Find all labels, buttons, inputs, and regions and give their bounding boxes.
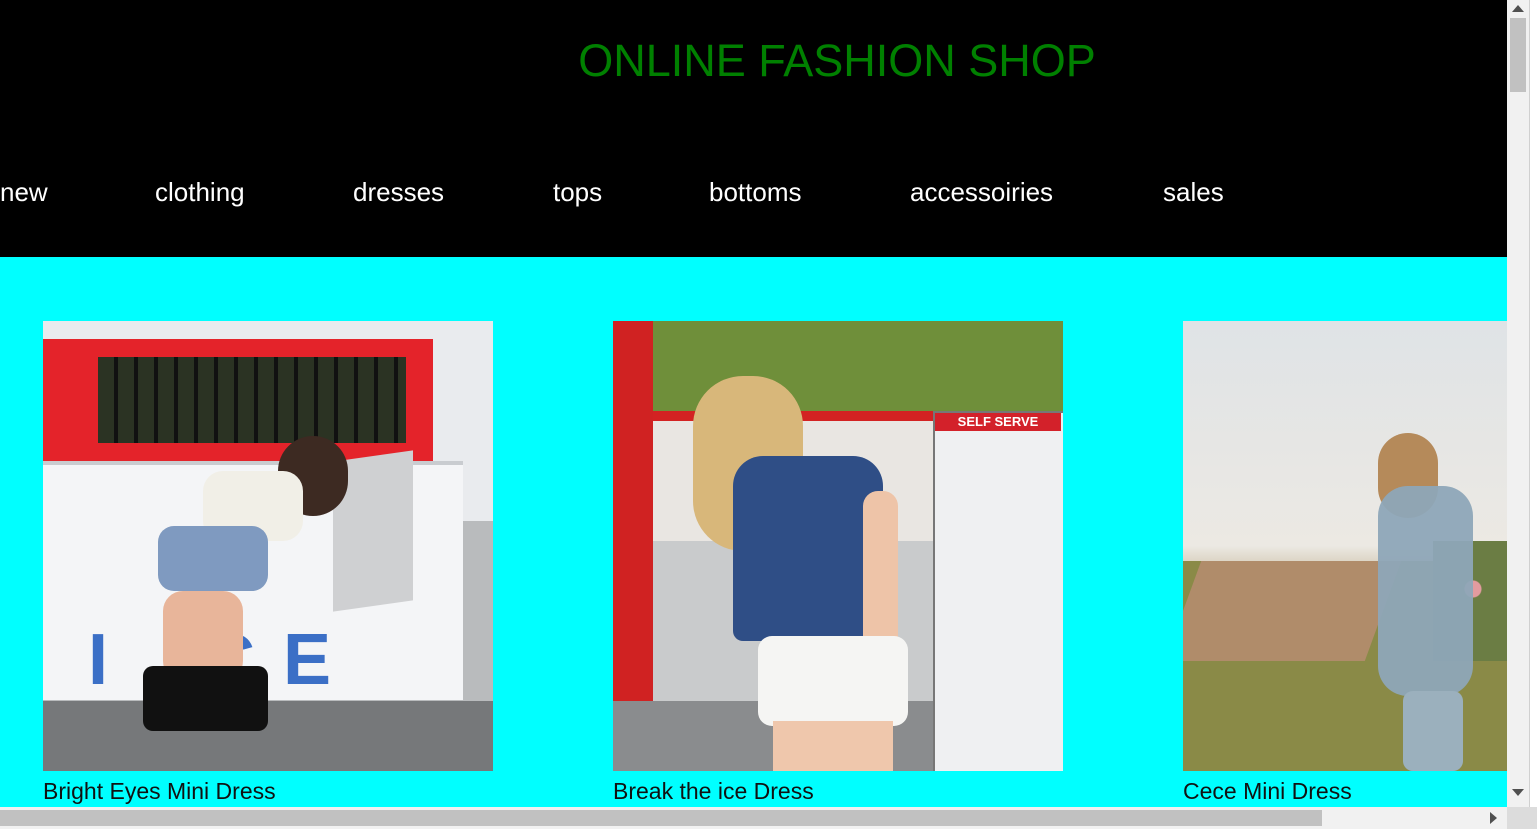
horizontal-scroll-thumb[interactable] — [0, 810, 1322, 826]
nav-item-sales[interactable]: sales — [1163, 174, 1224, 210]
main-nav: new clothing dresses tops bottoms access… — [0, 174, 1507, 214]
vertical-scrollbar[interactable] — [1507, 0, 1529, 807]
scroll-down-icon[interactable] — [1512, 789, 1524, 796]
product-image[interactable]: SELF SERVE — [613, 321, 1063, 771]
ice-letter: I — [88, 620, 109, 700]
page-viewport: ONLINE FASHION SHOP new clothing dresses… — [0, 0, 1507, 807]
nav-item-dresses[interactable]: dresses — [353, 174, 444, 210]
horizontal-scrollbar[interactable] — [0, 807, 1507, 829]
self-serve-sign: SELF SERVE — [935, 413, 1061, 431]
product-name[interactable]: Break the ice Dress — [613, 776, 814, 806]
window-edge — [1529, 0, 1537, 807]
product-card[interactable]: SELF SERVE Break the ice Dress — [613, 321, 1063, 804]
nav-item-new[interactable]: new — [0, 174, 48, 210]
scroll-up-icon[interactable] — [1512, 5, 1524, 12]
nav-item-clothing[interactable]: clothing — [155, 174, 245, 210]
product-card[interactable]: Cece Mini Dress — [1183, 321, 1507, 804]
vertical-scroll-thumb[interactable] — [1510, 18, 1526, 92]
scroll-right-icon[interactable] — [1490, 812, 1497, 824]
product-name[interactable]: Bright Eyes Mini Dress — [43, 776, 276, 806]
product-name[interactable]: Cece Mini Dress — [1183, 776, 1352, 806]
scrollbar-corner — [1507, 807, 1537, 829]
site-header: ONLINE FASHION SHOP new clothing dresses… — [0, 0, 1507, 257]
product-grid: I C E Bright Eyes Mini Dress SELF SERVE — [0, 257, 1507, 807]
product-image[interactable]: I C E — [43, 321, 493, 771]
site-title: ONLINE FASHION SHOP — [578, 35, 1096, 86]
nav-item-bottoms[interactable]: bottoms — [709, 174, 802, 210]
nav-item-accessoiries[interactable]: accessoiries — [910, 174, 1053, 210]
ice-letter: E — [283, 620, 332, 700]
product-image[interactable] — [1183, 321, 1507, 771]
nav-item-tops[interactable]: tops — [553, 174, 602, 210]
product-card[interactable]: I C E Bright Eyes Mini Dress — [43, 321, 493, 804]
